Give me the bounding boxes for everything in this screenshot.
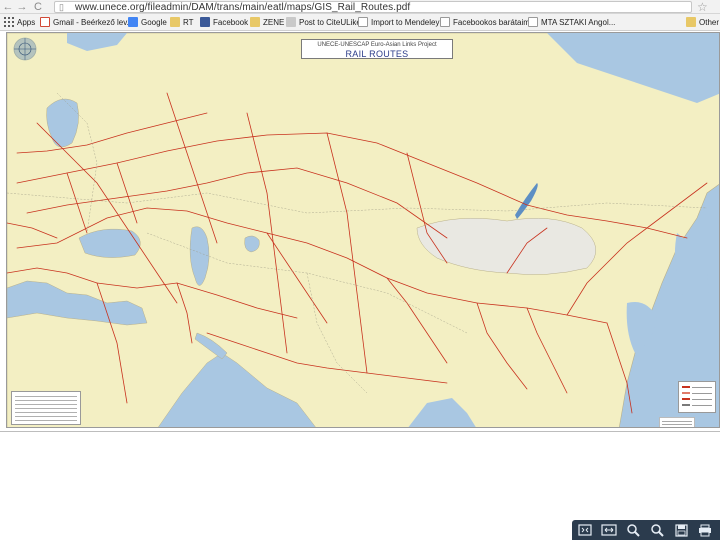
- map-title-box: UNECE-UNESCAP Euro-Asian Links Project R…: [301, 39, 453, 59]
- map-disclaimer-box: [11, 391, 81, 425]
- document-icon: [528, 17, 538, 27]
- url-text: www.unece.org/fileadmin/DAM/trans/main/e…: [75, 2, 411, 13]
- google-icon: [128, 17, 138, 27]
- fit-width-icon: [601, 524, 617, 536]
- bookmark-facebook[interactable]: Facebook: [200, 16, 248, 29]
- folder-icon: [170, 17, 180, 27]
- bookmark-label: Post to CiteULike: [299, 18, 361, 27]
- bookmark-mendeley[interactable]: Import to Mendeley: [358, 16, 439, 29]
- bookmark-label: Facebook: [213, 18, 249, 27]
- bookmark-zene[interactable]: ZENE: [250, 16, 284, 29]
- sea-of-japan: [674, 233, 709, 333]
- zoom-in-button[interactable]: [624, 522, 642, 538]
- page-icon: ▯: [59, 2, 64, 12]
- bookmark-star-icon[interactable]: ☆: [697, 0, 708, 14]
- zoom-out-button[interactable]: [648, 522, 666, 538]
- fit-page-button[interactable]: [576, 522, 594, 538]
- apps-grid-icon: [4, 17, 14, 27]
- bookmark-citeulike[interactable]: Post to CiteULike: [286, 16, 361, 29]
- print-icon: [699, 524, 711, 537]
- url-field[interactable]: ▯ www.unece.org/fileadmin/DAM/trans/main…: [54, 1, 692, 13]
- bookmark-label: Google: [141, 18, 167, 27]
- zoom-out-icon: [651, 524, 664, 537]
- bookmark-sztaki[interactable]: MTA SZTAKI Angol...: [528, 16, 615, 29]
- bookmark-label: Import to Mendeley: [371, 18, 440, 27]
- map-title: RAIL ROUTES: [345, 49, 409, 59]
- pdf-page-rail-map[interactable]: UNECE-UNESCAP Euro-Asian Links Project R…: [6, 32, 720, 428]
- bookmark-other[interactable]: Other b: [686, 16, 720, 29]
- address-bar-row: ← → C ▯ www.unece.org/fileadmin/DAM/tran…: [0, 0, 720, 14]
- fit-width-button[interactable]: [600, 522, 618, 538]
- back-arrow-icon[interactable]: ←: [2, 0, 14, 14]
- save-button[interactable]: [672, 522, 690, 538]
- folder-icon: [250, 17, 260, 27]
- save-icon: [674, 524, 688, 537]
- browser-window: ← → C ▯ www.unece.org/fileadmin/DAM/tran…: [0, 0, 720, 540]
- rail-routes-map: [7, 33, 719, 427]
- un-logo: [9, 35, 41, 63]
- document-icon: [440, 17, 450, 27]
- bookmark-label: Apps: [17, 18, 36, 27]
- folder-icon: [686, 17, 696, 27]
- citeulike-icon: [286, 17, 296, 27]
- bookmark-gmail[interactable]: Gmail - Beérkező lev...: [40, 16, 133, 29]
- bookmark-rt[interactable]: RT: [170, 16, 194, 29]
- bookmark-facebook-friends[interactable]: Facebookos barátaim: [440, 16, 530, 29]
- pdf-viewer[interactable]: UNECE-UNESCAP Euro-Asian Links Project R…: [0, 32, 720, 432]
- map-project-title: UNECE-UNESCAP Euro-Asian Links Project: [317, 42, 437, 48]
- bookmark-apps[interactable]: Apps: [4, 16, 35, 29]
- facebook-icon: [200, 17, 210, 27]
- bookmark-label: Other b: [699, 18, 720, 27]
- gmail-icon: [40, 17, 50, 27]
- forward-arrow-icon[interactable]: →: [16, 0, 28, 14]
- bookmark-label: Facebookos barátaim: [453, 18, 530, 27]
- reload-icon[interactable]: C: [32, 0, 44, 14]
- bookmark-label: ZENE: [263, 18, 285, 27]
- document-icon: [358, 17, 368, 27]
- bookmarks-bar: Apps Gmail - Beérkező lev... Google RT F…: [0, 14, 720, 31]
- bookmark-label: Gmail - Beérkező lev...: [53, 18, 134, 27]
- map-credit-box: [659, 417, 695, 427]
- bookmark-label: RT: [183, 18, 194, 27]
- print-button[interactable]: [696, 522, 714, 538]
- pdf-toolbar: [572, 520, 720, 540]
- bookmark-google[interactable]: Google: [128, 16, 167, 29]
- map-legend-box: [678, 381, 716, 413]
- bookmark-label: MTA SZTAKI Angol...: [541, 18, 616, 27]
- fit-page-icon: [578, 524, 592, 536]
- zoom-in-icon: [627, 524, 640, 537]
